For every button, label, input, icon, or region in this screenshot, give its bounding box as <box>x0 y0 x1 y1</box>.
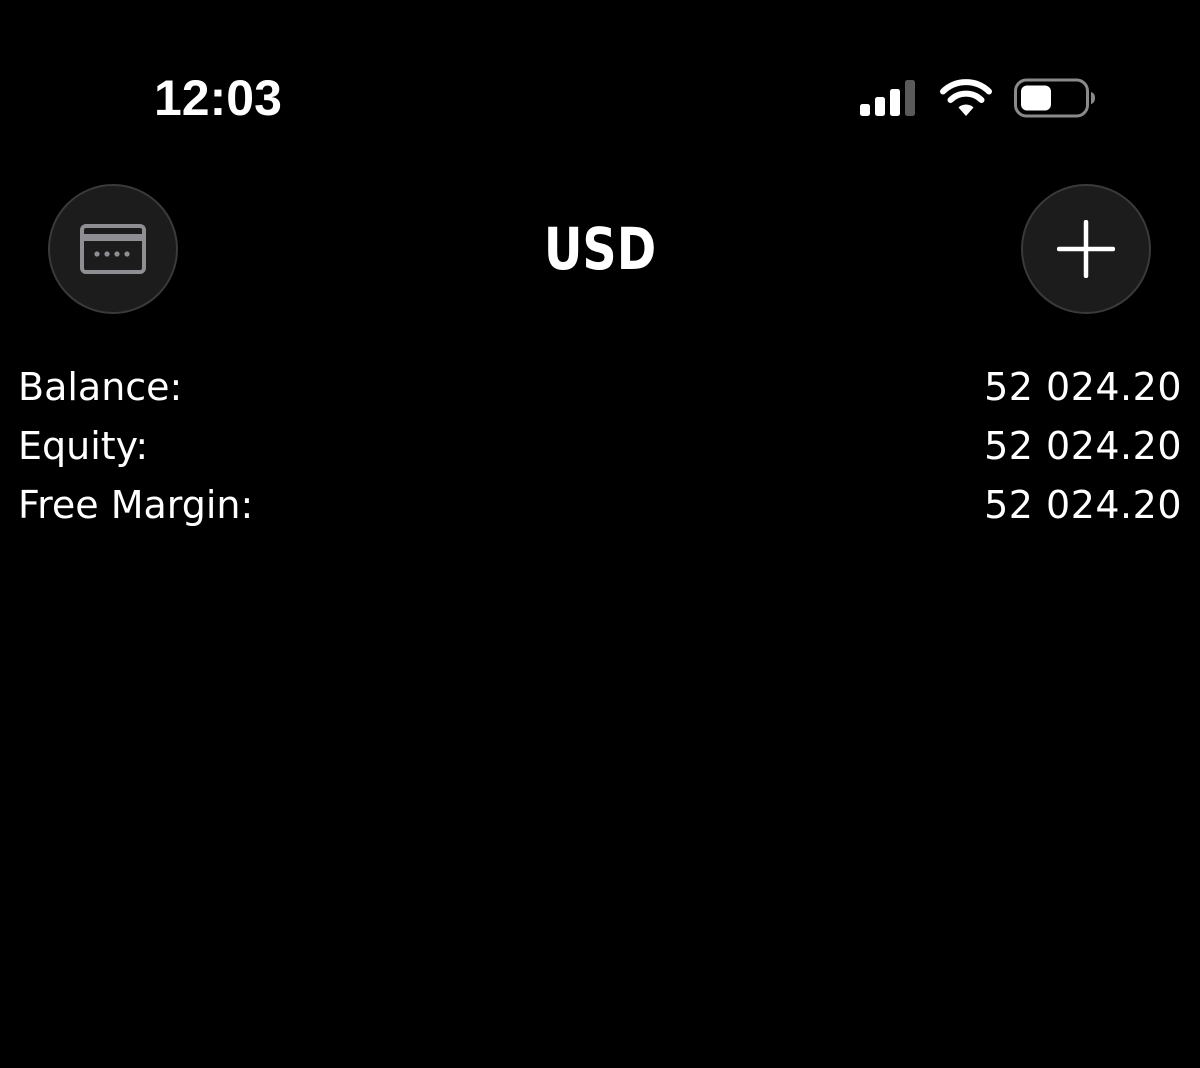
free-margin-row: Free Margin: 52 024.20 <box>18 476 1182 535</box>
wifi-icon <box>940 79 992 116</box>
equity-label: Equity: <box>18 424 149 468</box>
cellular-signal-icon <box>860 80 915 116</box>
equity-row: Equity: 52 024.20 <box>18 417 1182 476</box>
balance-value: 52 024.20 <box>984 365 1182 409</box>
free-margin-label: Free Margin: <box>18 483 254 527</box>
battery-icon <box>1014 78 1095 118</box>
status-icons <box>860 76 1096 120</box>
balance-row: Balance: 52 024.20 <box>18 358 1182 417</box>
credit-card-icon <box>80 224 146 274</box>
free-margin-value: 52 024.20 <box>984 483 1182 527</box>
status-bar: 12:03 <box>0 0 1200 150</box>
account-summary: Balance: 52 024.20 Equity: 52 024.20 Fre… <box>18 358 1182 535</box>
nav-bar: USD <box>0 184 1200 318</box>
plus-icon <box>1057 220 1115 278</box>
status-time: 12:03 <box>154 70 282 126</box>
add-button[interactable] <box>1021 184 1151 314</box>
accounts-button[interactable] <box>48 184 178 314</box>
equity-value: 52 024.20 <box>984 424 1182 468</box>
balance-label: Balance: <box>18 365 183 409</box>
page-title: USD <box>543 215 657 283</box>
